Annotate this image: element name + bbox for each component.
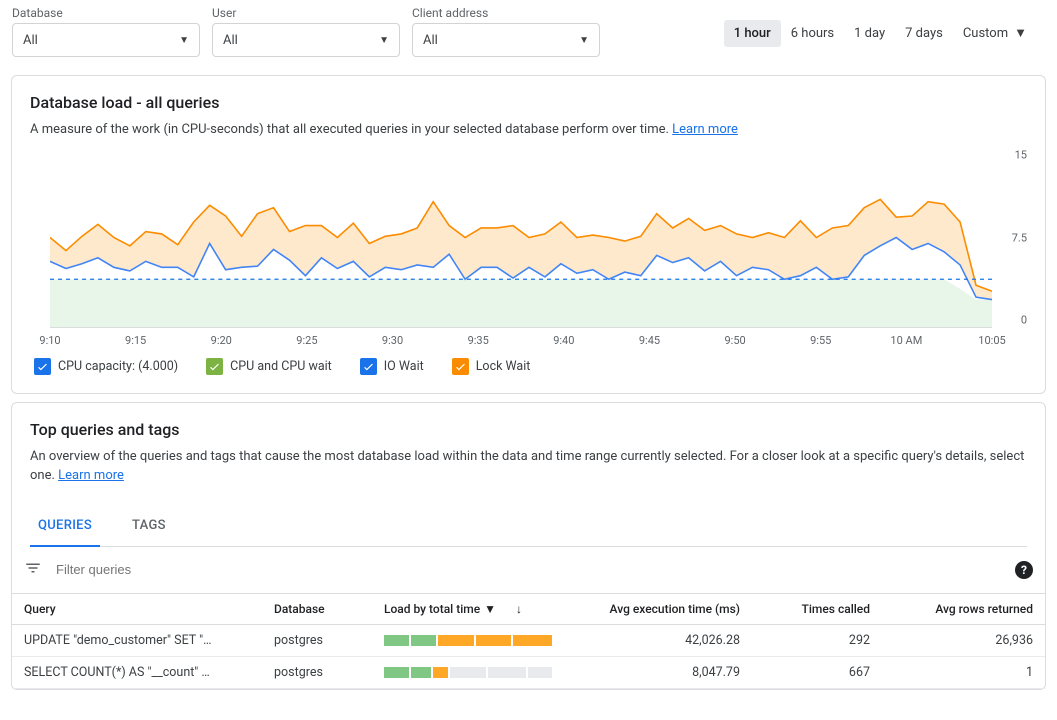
cell-avg-rows: 1 — [882, 656, 1045, 688]
legend-io-wait-label: IO Wait — [384, 359, 424, 374]
cell-database: postgres — [262, 656, 372, 688]
time-range-selector: 1 hour 6 hours 1 day 7 days Custom ▼ — [724, 19, 1045, 47]
filter-client-address-select[interactable]: All ▼ — [412, 23, 600, 57]
time-range-custom-label: Custom — [963, 26, 1008, 41]
x-tick: 9:20 — [211, 334, 232, 347]
time-range-custom[interactable]: Custom ▼ — [953, 19, 1037, 47]
x-tick: 9:10 — [39, 334, 60, 347]
time-range-7days[interactable]: 7 days — [895, 20, 953, 47]
learn-more-link[interactable]: Learn more — [672, 122, 738, 137]
cell-times-called: 667 — [752, 656, 882, 688]
col-query[interactable]: Query — [12, 593, 262, 624]
top-queries-panel: Top queries and tags An overview of the … — [11, 402, 1046, 690]
col-times-called[interactable]: Times called — [752, 593, 882, 624]
filter-client-address-label: Client address — [412, 6, 600, 20]
x-tick: 9:25 — [296, 334, 317, 347]
filter-user: User All ▼ — [212, 6, 400, 57]
legend-lock-wait[interactable]: Lock Wait — [452, 358, 531, 375]
dropdown-arrow-icon: ▼ — [179, 35, 189, 46]
time-range-1hour[interactable]: 1 hour — [724, 20, 781, 47]
cell-load-bar — [372, 624, 572, 656]
dropdown-arrow-icon: ▼ — [379, 35, 389, 46]
filter-database: Database All ▼ — [12, 6, 200, 57]
table-row[interactable]: SELECT COUNT(*) AS "__count" …postgres 8,… — [12, 656, 1045, 688]
x-tick: 10 AM — [890, 334, 922, 347]
sort-descending-icon: ↓ — [516, 602, 522, 616]
cell-load-bar — [372, 656, 572, 688]
filter-user-label: User — [212, 6, 400, 20]
x-tick: 9:35 — [468, 334, 489, 347]
x-tick: 9:15 — [125, 334, 146, 347]
help-icon[interactable]: ? — [1015, 561, 1033, 579]
y-tick: 15 — [1015, 148, 1027, 161]
cell-query: SELECT COUNT(*) AS "__count" … — [12, 656, 262, 688]
filter-database-select[interactable]: All ▼ — [12, 23, 200, 57]
cell-times-called: 292 — [752, 624, 882, 656]
col-load-by-total-time[interactable]: Load by total time▼ ↓ — [372, 593, 572, 624]
legend-cpu-cpu-wait-label: CPU and CPU wait — [230, 359, 332, 374]
x-tick: 9:30 — [382, 334, 403, 347]
database-load-panel: Database load - all queries A measure of… — [11, 75, 1046, 394]
top-queries-desc: An overview of the queries and tags that… — [30, 447, 1027, 486]
cell-query: UPDATE "demo_customer" SET "… — [12, 624, 262, 656]
x-tick: 9:55 — [810, 334, 831, 347]
database-load-chart[interactable]: 15 7.5 0 9:10 9:15 9:20 9:25 9:30 9:35 9:40 9:4… — [30, 148, 1027, 346]
legend-cpu-capacity-label: CPU capacity: (4.000) — [58, 359, 178, 374]
learn-more-link[interactable]: Learn more — [58, 468, 124, 483]
dropdown-arrow-icon: ▼ — [579, 35, 589, 46]
filter-queries-input[interactable] — [56, 562, 1001, 577]
filter-client-address-value: All — [423, 33, 438, 48]
x-tick: 9:50 — [724, 334, 745, 347]
y-tick: 0 — [1021, 314, 1027, 327]
database-load-desc: A measure of the work (in CPU-seconds) t… — [30, 120, 1027, 140]
sort-arrow-icon: ▼ — [484, 602, 496, 616]
x-tick: 10:05 — [978, 334, 1005, 347]
database-load-title: Database load - all queries — [30, 93, 1027, 112]
legend-io-wait[interactable]: IO Wait — [360, 358, 424, 375]
col-avg-exec-time[interactable]: Avg execution time (ms) — [572, 593, 752, 624]
col-database[interactable]: Database — [262, 593, 372, 624]
x-tick: 9:40 — [553, 334, 574, 347]
top-queries-title: Top queries and tags — [30, 420, 1027, 439]
table-row[interactable]: UPDATE "demo_customer" SET "…postgres 42,… — [12, 624, 1045, 656]
tab-tags[interactable]: TAGS — [124, 506, 174, 547]
cell-avg-exec: 8,047.79 — [572, 656, 752, 688]
time-range-6hours[interactable]: 6 hours — [781, 20, 844, 47]
legend-cpu-cpu-wait[interactable]: CPU and CPU wait — [206, 358, 332, 375]
cell-database: postgres — [262, 624, 372, 656]
cell-avg-rows: 26,936 — [882, 624, 1045, 656]
filter-icon — [24, 559, 42, 581]
x-tick: 9:45 — [639, 334, 660, 347]
filter-user-select[interactable]: All ▼ — [212, 23, 400, 57]
filter-database-value: All — [23, 33, 38, 48]
col-avg-rows-returned[interactable]: Avg rows returned — [882, 593, 1045, 624]
filter-user-value: All — [223, 33, 238, 48]
legend-cpu-capacity[interactable]: CPU capacity: (4.000) — [34, 358, 178, 375]
cell-avg-exec: 42,026.28 — [572, 624, 752, 656]
filter-database-label: Database — [12, 6, 200, 20]
dropdown-arrow-icon: ▼ — [1014, 25, 1027, 41]
legend-lock-wait-label: Lock Wait — [476, 359, 531, 374]
tab-queries[interactable]: QUERIES — [30, 506, 100, 547]
filter-client-address: Client address All ▼ — [412, 6, 600, 57]
y-tick: 7.5 — [1012, 231, 1027, 244]
time-range-1day[interactable]: 1 day — [844, 20, 895, 47]
